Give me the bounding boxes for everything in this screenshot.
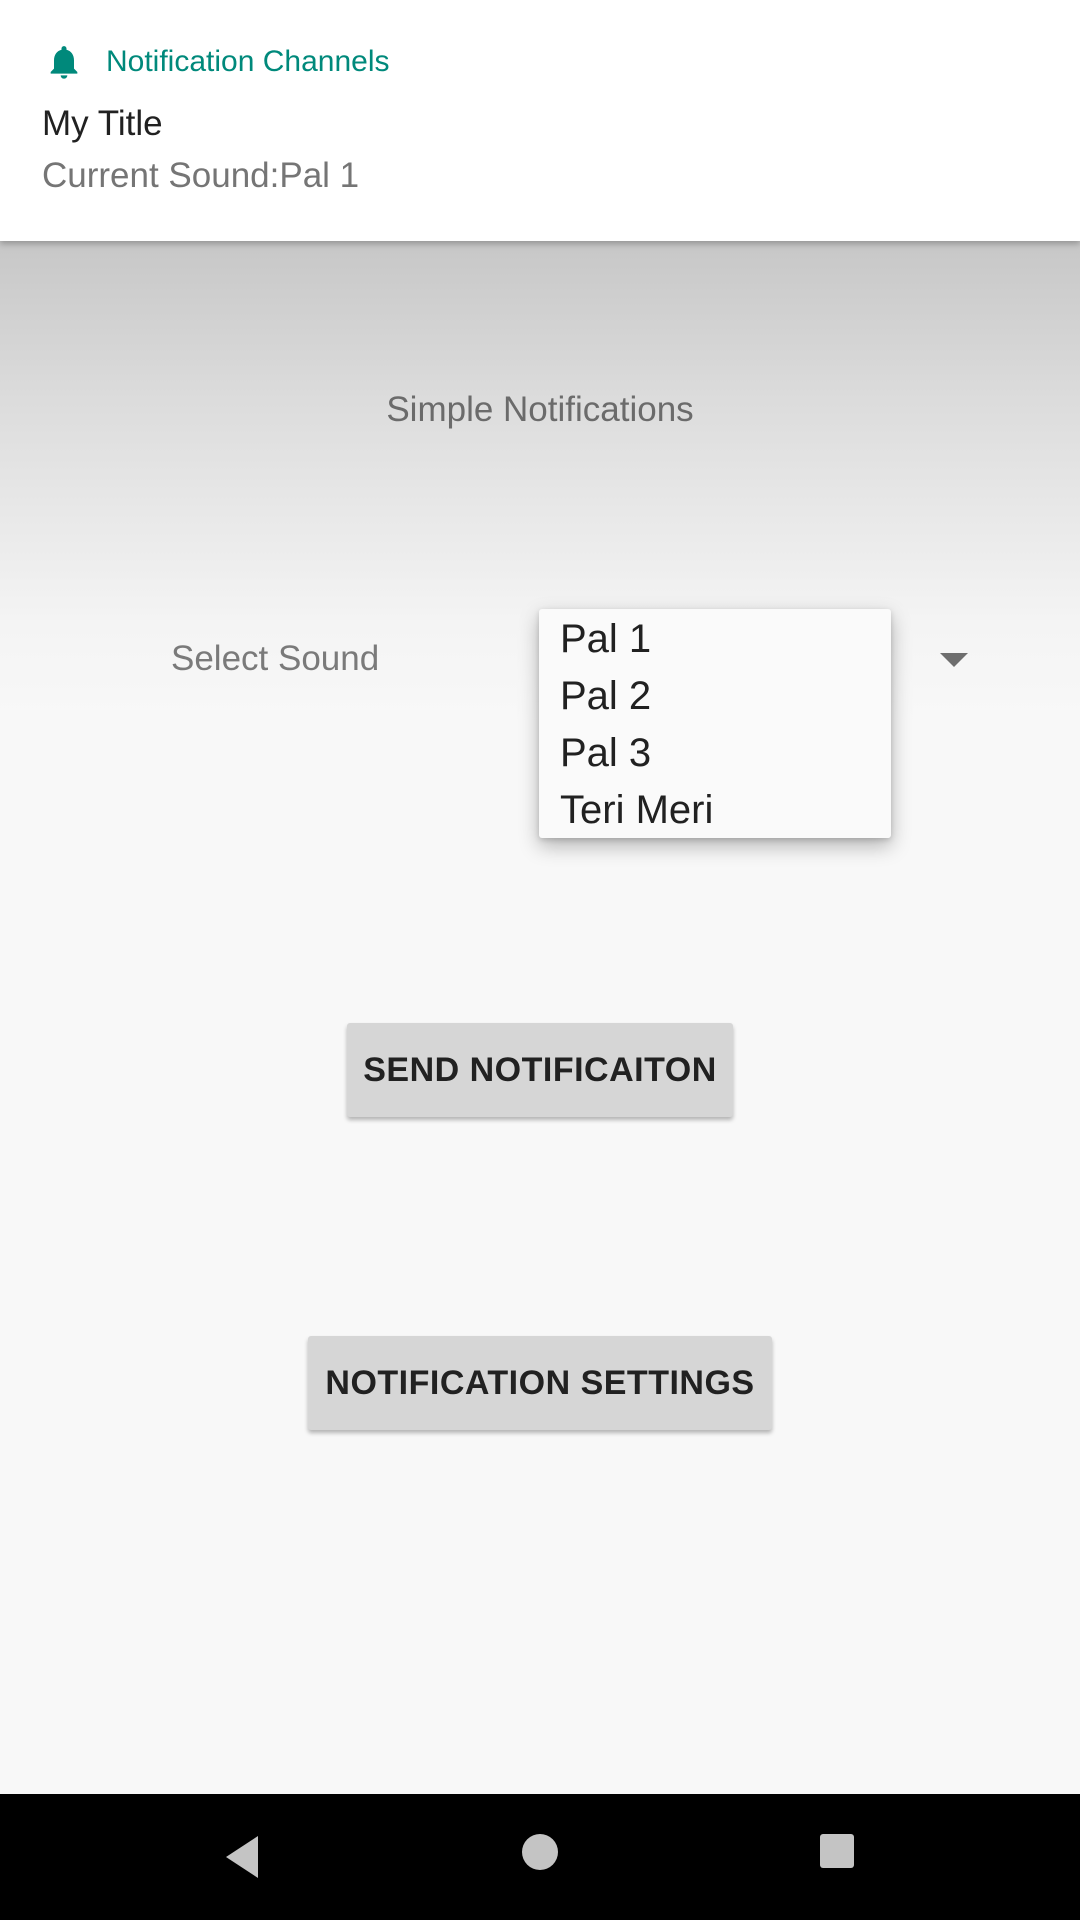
dropdown-arrow-icon[interactable] (940, 653, 968, 667)
select-sound-label: Select Sound (171, 639, 380, 678)
sound-option-pal-1[interactable]: Pal 1 (539, 613, 891, 670)
notification-settings-button[interactable]: NOTIFICATION SETTINGS (308, 1336, 772, 1430)
sound-option-pal-3[interactable]: Pal 3 (539, 727, 891, 784)
navigation-bar (0, 1794, 1080, 1920)
home-circle-icon[interactable] (522, 1834, 558, 1870)
app-content: Simple Notifications Select Sound Pal 1 … (0, 241, 1080, 1794)
sound-option-pal-2[interactable]: Pal 2 (539, 670, 891, 727)
notification-header: Notification Channels (44, 42, 390, 82)
send-notification-button[interactable]: SEND NOTIFICAITON (347, 1023, 733, 1117)
notification-title: My Title (42, 104, 163, 143)
notification-card[interactable]: Notification Channels My Title Current S… (0, 0, 1080, 241)
sound-option-teri-meri[interactable]: Teri Meri (539, 784, 891, 841)
back-triangle-icon[interactable] (222, 1834, 262, 1880)
page-heading: Simple Notifications (386, 390, 694, 429)
bell-icon (50, 46, 78, 79)
notification-app-name: Notification Channels (106, 45, 390, 78)
sound-dropdown-menu: Pal 1 Pal 2 Pal 3 Teri Meri (539, 609, 891, 838)
notification-text: Current Sound:Pal 1 (42, 156, 360, 195)
recents-square-icon[interactable] (820, 1834, 854, 1868)
